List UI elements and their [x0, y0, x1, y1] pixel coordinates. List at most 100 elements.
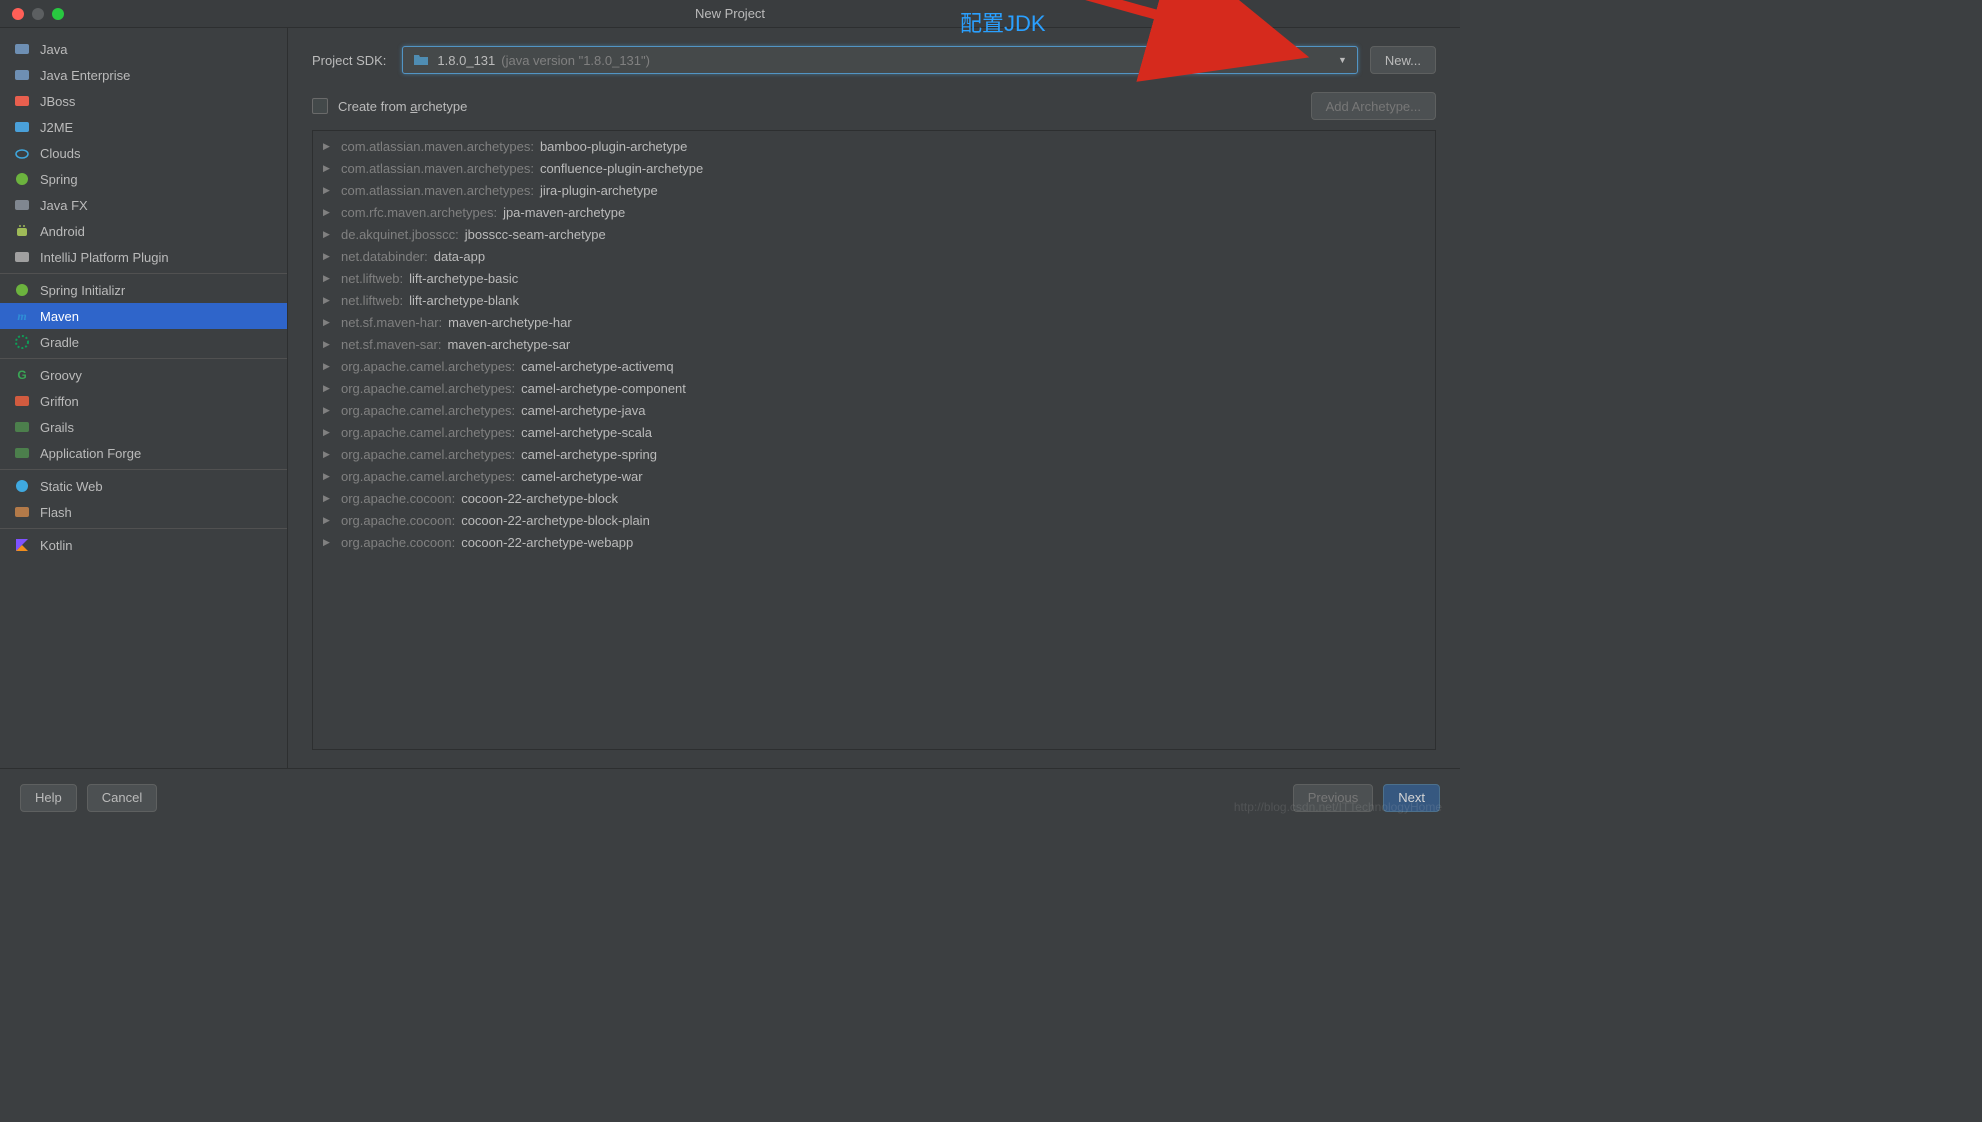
- new-sdk-button[interactable]: New...: [1370, 46, 1436, 74]
- archetype-row[interactable]: ▶org.apache.camel.archetypes:camel-arche…: [313, 399, 1435, 421]
- sidebar-item-label: Java: [40, 42, 67, 57]
- expand-triangle-icon: ▶: [323, 471, 335, 482]
- sidebar-item-label: Kotlin: [40, 538, 73, 553]
- sidebar-separator: [0, 358, 287, 359]
- archetype-prefix: org.apache.camel.archetypes:: [341, 425, 515, 440]
- kotlin-icon: [14, 537, 30, 553]
- sidebar-item-java-enterprise[interactable]: Java Enterprise: [0, 62, 287, 88]
- archetype-row[interactable]: ▶net.liftweb:lift-archetype-blank: [313, 289, 1435, 311]
- archetype-prefix: org.apache.cocoon:: [341, 513, 455, 528]
- archetype-toolbar: Create from archetype Add Archetype...: [312, 92, 1436, 120]
- archetype-prefix: net.databinder:: [341, 249, 428, 264]
- expand-triangle-icon: ▶: [323, 295, 335, 306]
- expand-triangle-icon: ▶: [323, 383, 335, 394]
- sidebar-item-clouds[interactable]: Clouds: [0, 140, 287, 166]
- sdk-select-dropdown[interactable]: 1.8.0_131 (java version "1.8.0_131") ▼: [402, 46, 1357, 74]
- sidebar-item-label: Android: [40, 224, 85, 239]
- archetype-row[interactable]: ▶org.apache.camel.archetypes:camel-arche…: [313, 355, 1435, 377]
- sidebar-item-flash[interactable]: Flash: [0, 499, 287, 525]
- sidebar-item-groovy[interactable]: GGroovy: [0, 362, 287, 388]
- sidebar-item-label: Application Forge: [40, 446, 141, 461]
- expand-triangle-icon: ▶: [323, 339, 335, 350]
- expand-triangle-icon: ▶: [323, 449, 335, 460]
- sidebar-item-spring[interactable]: Spring: [0, 166, 287, 192]
- cancel-button[interactable]: Cancel: [87, 784, 157, 812]
- sidebar-item-label: Grails: [40, 420, 74, 435]
- sidebar-item-java[interactable]: Java: [0, 36, 287, 62]
- expand-triangle-icon: ▶: [323, 405, 335, 416]
- archetype-row[interactable]: ▶org.apache.camel.archetypes:camel-arche…: [313, 443, 1435, 465]
- archetype-row[interactable]: ▶net.sf.maven-har:maven-archetype-har: [313, 311, 1435, 333]
- folder-icon: [413, 52, 429, 68]
- archetype-row[interactable]: ▶org.apache.camel.archetypes:camel-arche…: [313, 421, 1435, 443]
- sidebar-item-label: Spring Initializr: [40, 283, 125, 298]
- archetype-row[interactable]: ▶com.atlassian.maven.archetypes:confluen…: [313, 157, 1435, 179]
- archetype-row[interactable]: ▶net.liftweb:lift-archetype-basic: [313, 267, 1435, 289]
- spring-init-icon: [14, 282, 30, 298]
- add-archetype-button[interactable]: Add Archetype...: [1311, 92, 1436, 120]
- cloud-icon: [14, 145, 30, 161]
- archetype-row[interactable]: ▶org.apache.cocoon:cocoon-22-archetype-b…: [313, 509, 1435, 531]
- grails-icon: [14, 419, 30, 435]
- sidebar-item-java-fx[interactable]: Java FX: [0, 192, 287, 218]
- sidebar-item-jboss[interactable]: JBoss: [0, 88, 287, 114]
- sidebar-item-application-forge[interactable]: Application Forge: [0, 440, 287, 466]
- create-from-archetype-checkbox[interactable]: Create from archetype: [312, 98, 467, 114]
- sidebar-item-gradle[interactable]: Gradle: [0, 329, 287, 355]
- jboss-icon: [14, 93, 30, 109]
- archetype-row[interactable]: ▶net.sf.maven-sar:maven-archetype-sar: [313, 333, 1435, 355]
- sidebar-item-android[interactable]: Android: [0, 218, 287, 244]
- folder-ee-icon: [14, 67, 30, 83]
- archetype-name: cocoon-22-archetype-block-plain: [461, 513, 650, 528]
- groovy-icon: G: [14, 367, 30, 383]
- checkbox-icon: [312, 98, 328, 114]
- content-panel: Project SDK: 1.8.0_131 (java version "1.…: [288, 28, 1460, 768]
- archetype-row[interactable]: ▶org.apache.cocoon:cocoon-22-archetype-w…: [313, 531, 1435, 553]
- help-button[interactable]: Help: [20, 784, 77, 812]
- archetype-prefix: org.apache.cocoon:: [341, 491, 455, 506]
- sidebar-item-label: JBoss: [40, 94, 75, 109]
- sidebar-item-label: Clouds: [40, 146, 80, 161]
- gradle-icon: [14, 334, 30, 350]
- sidebar-item-j2me[interactable]: J2ME: [0, 114, 287, 140]
- archetype-list[interactable]: ▶com.atlassian.maven.archetypes:bamboo-p…: [312, 130, 1436, 750]
- spring-icon: [14, 171, 30, 187]
- expand-triangle-icon: ▶: [323, 251, 335, 262]
- archetype-row[interactable]: ▶org.apache.cocoon:cocoon-22-archetype-b…: [313, 487, 1435, 509]
- archetype-name: camel-archetype-activemq: [521, 359, 673, 374]
- footer: Help Cancel Previous Next: [0, 768, 1460, 826]
- archetype-name: camel-archetype-spring: [521, 447, 657, 462]
- folder-fx-icon: [14, 197, 30, 213]
- sidebar-item-label: Java Enterprise: [40, 68, 130, 83]
- archetype-name: confluence-plugin-archetype: [540, 161, 703, 176]
- archetype-row[interactable]: ▶com.atlassian.maven.archetypes:jira-plu…: [313, 179, 1435, 201]
- sidebar-item-spring-initializr[interactable]: Spring Initializr: [0, 277, 287, 303]
- archetype-row[interactable]: ▶com.atlassian.maven.archetypes:bamboo-p…: [313, 135, 1435, 157]
- archetype-row[interactable]: ▶de.akquinet.jbosscc:jbosscc-seam-archet…: [313, 223, 1435, 245]
- sidebar-item-kotlin[interactable]: Kotlin: [0, 532, 287, 558]
- sidebar-item-intellij-platform-plugin[interactable]: IntelliJ Platform Plugin: [0, 244, 287, 270]
- archetype-row[interactable]: ▶org.apache.camel.archetypes:camel-arche…: [313, 377, 1435, 399]
- sidebar-item-label: Java FX: [40, 198, 88, 213]
- expand-triangle-icon: ▶: [323, 427, 335, 438]
- sidebar-item-static-web[interactable]: Static Web: [0, 473, 287, 499]
- archetype-prefix: com.atlassian.maven.archetypes:: [341, 139, 534, 154]
- sidebar-separator: [0, 528, 287, 529]
- archetype-prefix: org.apache.camel.archetypes:: [341, 381, 515, 396]
- sidebar-item-label: Static Web: [40, 479, 103, 494]
- archetype-prefix: net.sf.maven-har:: [341, 315, 442, 330]
- sdk-version: (java version "1.8.0_131"): [501, 53, 650, 68]
- expand-triangle-icon: ▶: [323, 361, 335, 372]
- sidebar-item-maven[interactable]: mMaven: [0, 303, 287, 329]
- sidebar-item-label: IntelliJ Platform Plugin: [40, 250, 169, 265]
- sidebar-item-grails[interactable]: Grails: [0, 414, 287, 440]
- sidebar-item-griffon[interactable]: Griffon: [0, 388, 287, 414]
- sdk-row: Project SDK: 1.8.0_131 (java version "1.…: [312, 46, 1436, 74]
- archetype-row[interactable]: ▶net.databinder:data-app: [313, 245, 1435, 267]
- android-icon: [14, 223, 30, 239]
- archetype-prefix: com.atlassian.maven.archetypes:: [341, 161, 534, 176]
- archetype-row[interactable]: ▶org.apache.camel.archetypes:camel-arche…: [313, 465, 1435, 487]
- checkbox-label: Create from archetype: [338, 99, 467, 114]
- archetype-name: jbosscc-seam-archetype: [465, 227, 606, 242]
- archetype-row[interactable]: ▶com.rfc.maven.archetypes:jpa-maven-arch…: [313, 201, 1435, 223]
